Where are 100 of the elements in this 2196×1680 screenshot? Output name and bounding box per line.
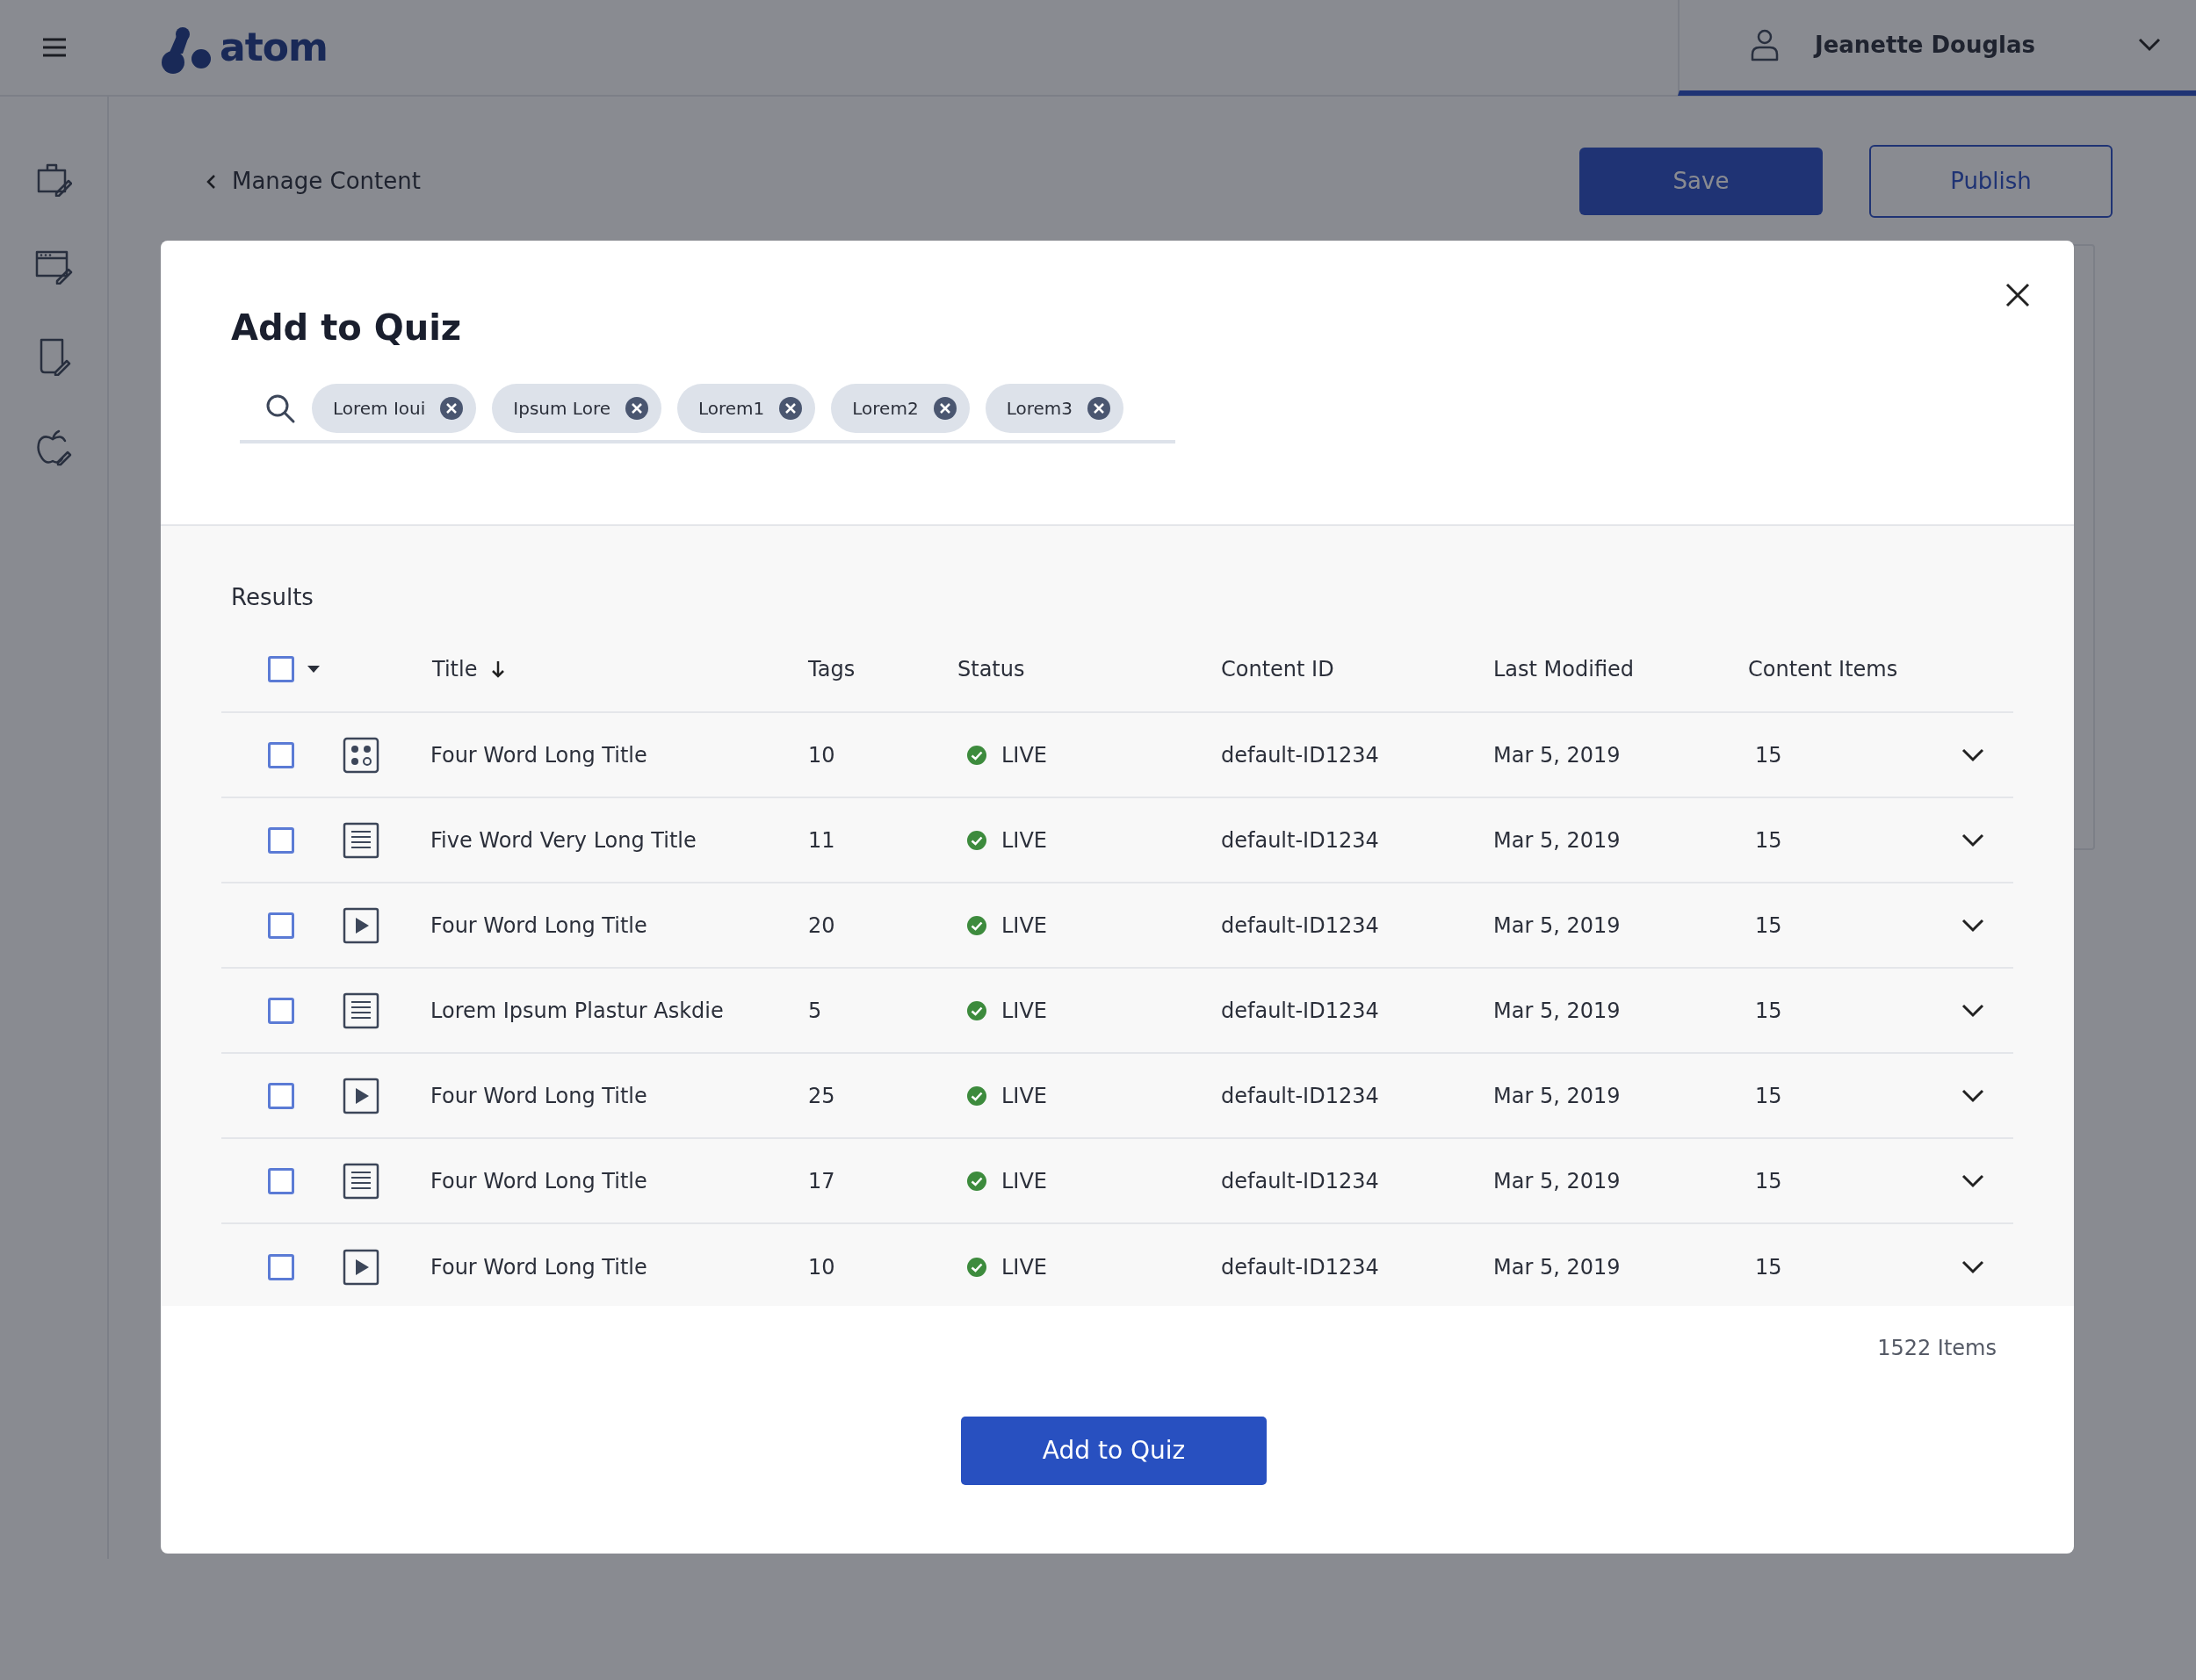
remove-icon[interactable] — [439, 396, 465, 421]
row-checkbox[interactable] — [268, 997, 294, 1024]
status-text: LIVE — [1001, 1082, 1048, 1110]
search-chip[interactable]: Lorem3 — [985, 384, 1123, 433]
search-chip[interactable]: Lorem2 — [831, 384, 970, 433]
results-label: Results — [231, 583, 314, 612]
row-checkbox[interactable] — [268, 741, 294, 768]
select-all-checkbox[interactable] — [268, 656, 294, 682]
user-menu[interactable]: Jeanette Douglas — [1678, 0, 2196, 96]
table-cell: 17 — [808, 1168, 835, 1193]
table-cell: 10 — [808, 742, 835, 768]
check-circle-icon — [966, 1170, 987, 1192]
check-circle-icon — [966, 914, 987, 936]
table-cell: default-ID1234 — [1221, 827, 1379, 853]
item-count: 1522 Items — [1876, 1335, 1997, 1362]
logo-text: atom — [220, 24, 328, 71]
remove-icon[interactable] — [778, 396, 804, 421]
table-cell: Four Word Long Title — [430, 1168, 647, 1193]
table-cell: Mar 5, 2019 — [1493, 998, 1621, 1023]
menu-icon[interactable] — [41, 37, 68, 58]
play-icon — [343, 906, 379, 944]
add-to-quiz-button[interactable]: Add to Quiz — [961, 1417, 1267, 1485]
table-cell: 15 — [1755, 1254, 1782, 1280]
status-text: LIVE — [1001, 912, 1048, 940]
table-cell: default-ID1234 — [1221, 742, 1379, 768]
status-text: LIVE — [1001, 741, 1048, 769]
caret-down-icon[interactable] — [307, 665, 321, 674]
row-checkbox[interactable] — [268, 1253, 294, 1280]
status-text: LIVE — [1001, 1167, 1048, 1195]
search-icon — [264, 393, 296, 424]
table-cell: Mar 5, 2019 — [1493, 742, 1621, 768]
document-lines-icon — [343, 821, 379, 859]
table-cell: Mar 5, 2019 — [1493, 912, 1621, 938]
table-cell: 20 — [808, 912, 835, 938]
column-header[interactable]: Status — [957, 653, 1025, 685]
table-cell: 15 — [1755, 742, 1782, 768]
document-lines-icon — [343, 991, 379, 1029]
table-cell: default-ID1234 — [1221, 912, 1379, 938]
chevron-down-icon[interactable] — [1961, 1259, 1984, 1274]
search-field[interactable]: Lorem Ioui Ipsum Lore Lorem1 Lorem2 Lorem3 — [240, 384, 1175, 443]
table-cell: Mar 5, 2019 — [1493, 1083, 1621, 1108]
row-checkbox[interactable] — [268, 1082, 294, 1109]
column-header[interactable]: Last Modified — [1493, 653, 1635, 685]
window-edit-icon[interactable] — [34, 249, 73, 285]
close-icon — [2005, 283, 2030, 307]
column-header[interactable]: Content Items — [1748, 653, 1898, 685]
table-cell: 15 — [1755, 1168, 1782, 1193]
check-circle-icon — [966, 1256, 987, 1278]
table-cell: default-ID1234 — [1221, 1254, 1379, 1280]
column-header[interactable]: Title — [432, 653, 506, 685]
sort-down-arrow-icon[interactable] — [491, 660, 506, 679]
user-name: Jeanette Douglas — [1815, 30, 2036, 60]
remove-icon[interactable] — [625, 396, 649, 421]
table-cell: 10 — [808, 1254, 835, 1280]
row-checkbox[interactable] — [268, 1167, 294, 1194]
chevron-down-icon[interactable] — [1961, 1003, 1984, 1018]
check-circle-icon — [966, 829, 987, 851]
table-cell: 25 — [808, 1083, 835, 1108]
apple-edit-icon[interactable] — [35, 429, 72, 467]
chevron-down-icon[interactable] — [1961, 833, 1984, 847]
back-link[interactable]: Manage Content — [206, 164, 421, 198]
status-text: LIVE — [1001, 997, 1048, 1025]
quiz-grid-icon — [343, 736, 379, 774]
table-cell: Four Word Long Title — [430, 912, 647, 938]
logo-icon — [162, 25, 213, 76]
table-cell: 15 — [1755, 827, 1782, 853]
column-header[interactable]: Tags — [808, 653, 856, 685]
close-button[interactable] — [2005, 283, 2030, 307]
play-icon — [343, 1077, 379, 1114]
table-cell: 15 — [1755, 998, 1782, 1023]
row-checkbox[interactable] — [268, 912, 294, 939]
check-circle-icon — [966, 1085, 987, 1107]
chevron-down-icon[interactable] — [1961, 747, 1984, 762]
table-cell: 15 — [1755, 1083, 1782, 1108]
status-text: LIVE — [1001, 826, 1048, 854]
user-icon — [1750, 28, 1780, 61]
row-checkbox[interactable] — [268, 826, 294, 854]
table-cell: 15 — [1755, 912, 1782, 938]
status-text: LIVE — [1001, 1253, 1048, 1281]
table-cell: Mar 5, 2019 — [1493, 827, 1621, 853]
table-cell: Lorem Ipsum Plastur Askdie — [430, 998, 724, 1023]
remove-icon[interactable] — [932, 396, 957, 421]
document-lines-icon — [343, 1162, 379, 1200]
table-cell: 11 — [808, 827, 835, 853]
search-chip[interactable]: Ipsum Lore — [492, 384, 661, 433]
chevron-down-icon[interactable] — [1961, 1088, 1984, 1103]
column-header[interactable]: Content ID — [1221, 653, 1334, 685]
search-chip[interactable]: Lorem1 — [677, 384, 816, 433]
table-cell: Four Word Long Title — [430, 1083, 647, 1108]
table-cell: Four Word Long Title — [430, 742, 647, 768]
chevron-down-icon[interactable] — [1961, 1173, 1984, 1188]
chevron-down-icon[interactable] — [1961, 918, 1984, 933]
remove-icon[interactable] — [1086, 396, 1111, 421]
table-cell: default-ID1234 — [1221, 1083, 1379, 1108]
search-chip[interactable]: Lorem Ioui — [312, 384, 477, 433]
check-circle-icon — [966, 744, 987, 766]
table-cell: Four Word Long Title — [430, 1254, 647, 1280]
table-cell: default-ID1234 — [1221, 998, 1379, 1023]
play-icon — [343, 1248, 379, 1286]
modal-title: Add to Quiz — [231, 306, 463, 349]
